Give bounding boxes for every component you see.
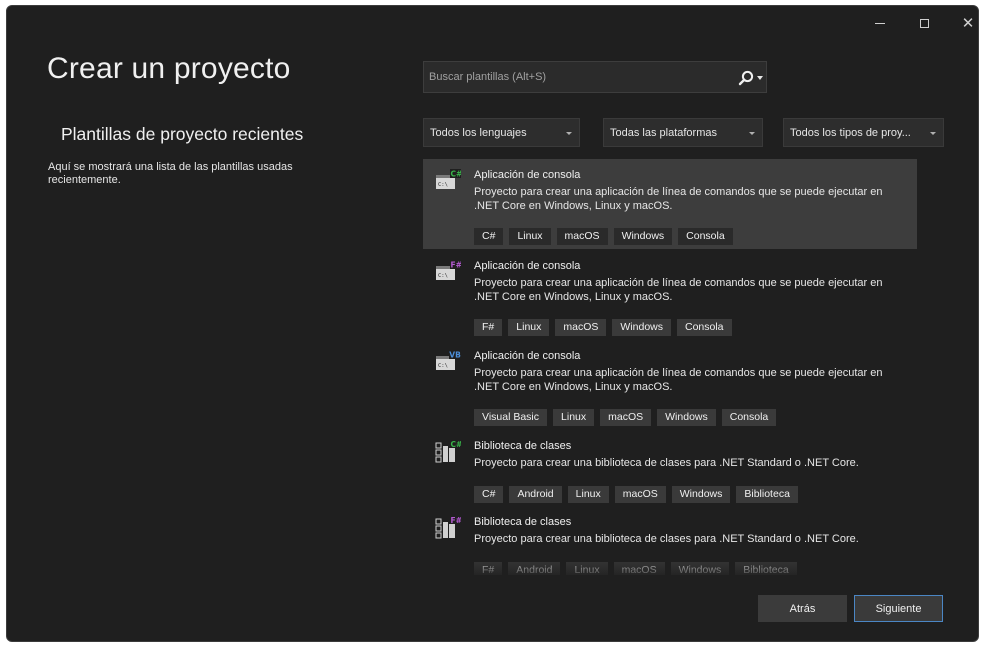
language-badge: F#	[451, 261, 462, 270]
language-filter-value: Todos los lenguajes	[430, 127, 527, 139]
template-list[interactable]: C:\ C# Aplicación de consola Proyecto pa…	[423, 159, 918, 575]
language-badge: C#	[451, 170, 462, 179]
page-title: Crear un proyecto	[47, 52, 291, 85]
tag: Linux	[566, 562, 608, 575]
close-icon: ✕	[961, 15, 975, 32]
project-type-filter-dropdown[interactable]: Todos los tipos de proy...	[783, 118, 944, 147]
language-filter-dropdown[interactable]: Todos los lenguajes	[423, 118, 580, 147]
search-options-chevron-down-icon[interactable]	[757, 76, 763, 80]
template-tags: C# Android Linux macOS Windows Bibliotec…	[474, 486, 798, 503]
chevron-down-icon	[930, 132, 936, 135]
tag: Linux	[567, 486, 609, 503]
project-type-filter-value: Todos los tipos de proy...	[790, 127, 911, 139]
tag: F#	[474, 562, 503, 575]
search-icon[interactable]	[737, 69, 755, 87]
platform-filter-value: Todas las plataformas	[610, 127, 717, 139]
tag: Linux	[553, 409, 595, 426]
chevron-down-icon	[566, 132, 572, 135]
template-description: Proyecto para crear una biblioteca de cl…	[474, 457, 859, 469]
template-description: Proyecto para crear una aplicación de lí…	[474, 367, 883, 393]
template-item[interactable]: C:\ C# Aplicación de consola Proyecto pa…	[423, 159, 917, 249]
template-title: Biblioteca de clases	[474, 440, 572, 452]
tag: Windows	[612, 319, 671, 336]
svg-text:C:\: C:\	[438, 273, 448, 279]
tag: macOS	[600, 409, 652, 426]
template-tags: C# Linux macOS Windows Consola	[474, 228, 733, 245]
tag: Linux	[508, 319, 550, 336]
tag: Windows	[613, 228, 673, 245]
tag: Biblioteca	[736, 486, 798, 503]
svg-text:C:\: C:\	[438, 182, 448, 188]
create-project-dialog: ✕ Crear un proyecto Plantillas de proyec…	[6, 5, 979, 642]
tag: Windows	[671, 486, 731, 503]
tag: Linux	[509, 228, 551, 245]
template-tags: F# Linux macOS Windows Consola	[474, 319, 732, 336]
recent-templates-heading: Plantillas de proyecto recientes	[61, 124, 304, 144]
template-description: Proyecto para crear una biblioteca de cl…	[474, 533, 859, 545]
search-input[interactable]: Buscar plantillas (Alt+S)	[423, 61, 767, 93]
template-item[interactable]: C:\ F# Aplicación de consola Proyecto pa…	[423, 250, 917, 340]
tag: Windows	[657, 409, 716, 426]
platform-filter-dropdown[interactable]: Todas las plataformas	[603, 118, 763, 147]
console-app-icon: C:\ C#	[436, 169, 462, 189]
template-tags: Visual Basic Linux macOS Windows Consola	[474, 409, 777, 426]
template-item[interactable]: F# Biblioteca de clases Proyecto para cr…	[423, 506, 917, 575]
close-button[interactable]: ✕	[946, 8, 978, 38]
minimize-button[interactable]	[858, 8, 902, 38]
tag: F#	[474, 319, 503, 336]
template-description: Proyecto para crear una aplicación de lí…	[474, 277, 883, 303]
tag: macOS	[556, 228, 608, 245]
template-description: Proyecto para crear una aplicación de lí…	[474, 186, 883, 212]
tag: Consola	[677, 319, 732, 336]
language-badge: C#	[451, 440, 462, 449]
tag: macOS	[613, 562, 665, 575]
console-app-icon: C:\ VB	[436, 350, 461, 370]
language-badge: F#	[451, 516, 462, 525]
chevron-down-icon	[749, 132, 755, 135]
next-button[interactable]: Siguiente	[854, 595, 943, 622]
template-title: Aplicación de consola	[474, 260, 581, 272]
maximize-icon	[919, 18, 929, 28]
minimize-icon	[875, 22, 885, 24]
tag: macOS	[555, 319, 607, 336]
tag: Consola	[678, 228, 733, 245]
search-placeholder: Buscar plantillas (Alt+S)	[429, 71, 547, 83]
console-app-icon: C:\ F#	[436, 260, 462, 280]
recent-templates-description: Aquí se mostrará una lista de las planti…	[48, 161, 293, 186]
svg-text:C:\: C:\	[438, 363, 448, 369]
back-button[interactable]: Atrás	[758, 595, 847, 622]
template-tags: F# Android Linux macOS Windows Bibliotec…	[474, 562, 797, 575]
tag: Android	[509, 486, 562, 503]
tag: Consola	[721, 409, 777, 426]
class-library-icon: F#	[435, 516, 462, 539]
tag: Windows	[670, 562, 730, 575]
tag: macOS	[614, 486, 666, 503]
template-title: Biblioteca de clases	[474, 516, 572, 528]
tag: Android	[508, 562, 561, 575]
tag: C#	[474, 228, 504, 245]
maximize-button[interactable]	[902, 8, 946, 38]
language-badge: VB	[449, 351, 461, 360]
template-item[interactable]: C:\ VB Aplicación de consola Proyecto pa…	[423, 340, 917, 430]
template-title: Aplicación de consola	[474, 350, 581, 362]
template-item[interactable]: C# Biblioteca de clases Proyecto para cr…	[423, 430, 917, 506]
tag: C#	[474, 486, 504, 503]
class-library-icon: C#	[435, 440, 462, 463]
template-title: Aplicación de consola	[474, 169, 581, 181]
tag: Biblioteca	[735, 562, 797, 575]
tag: Visual Basic	[474, 409, 548, 426]
